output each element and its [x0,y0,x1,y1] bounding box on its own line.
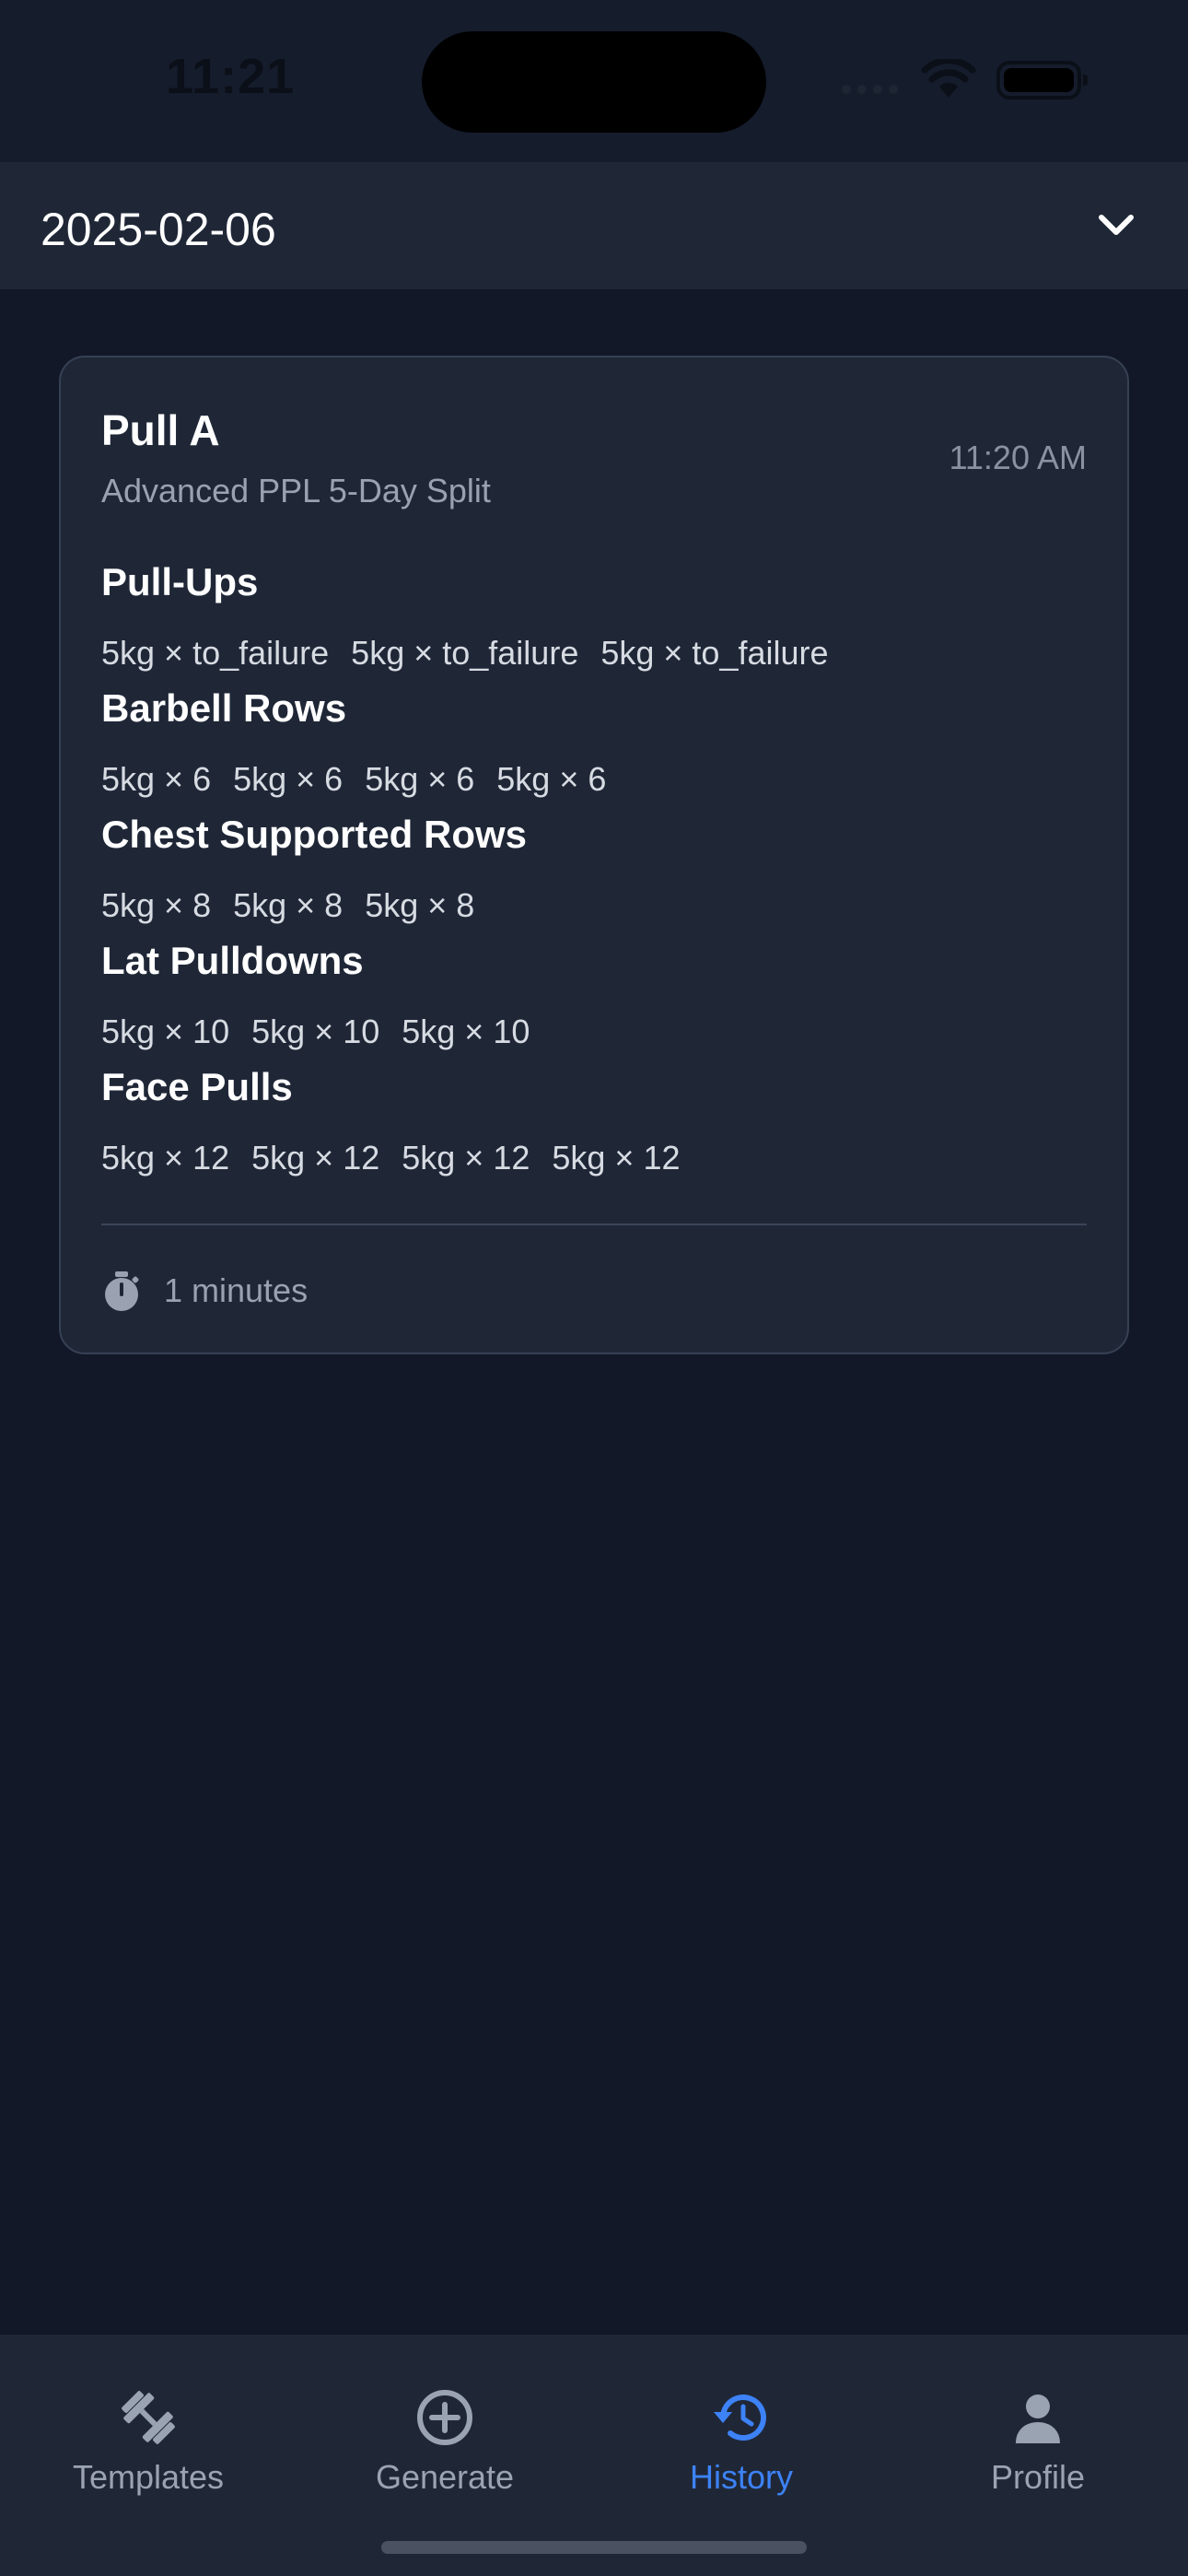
dynamic-island [422,31,766,133]
exercise-list: Pull-Ups 5kg × to_failure 5kg × to_failu… [101,560,1087,1191]
exercise-name: Chest Supported Rows [101,813,528,856]
set-entry: 5kg × to_failure [600,634,829,672]
tab-profile[interactable]: Profile [890,2335,1186,2519]
set-entry: 5kg × 12 [251,1139,380,1177]
history-icon [714,2395,766,2441]
set-entry: 5kg × to_failure [351,634,579,672]
exercise-name: Barbell Rows [101,686,347,730]
tab-generate[interactable]: Generate [297,2335,593,2519]
exercise-item: Chest Supported Rows 5kg × 8 5kg × 8 5kg… [101,813,1087,939]
workout-duration: 1 minutes [164,1271,309,1309]
set-entry: 5kg × 12 [552,1139,681,1177]
set-entry: 5kg × 8 [365,886,475,924]
exercise-item: Lat Pulldowns 5kg × 10 5kg × 10 5kg × 10 [101,939,1087,1065]
set-entry: 5kg × 6 [233,760,344,798]
plus-circle-icon [417,2390,472,2445]
set-entry: 5kg × 6 [101,760,212,798]
tab-history[interactable]: History [593,2335,890,2519]
status-bar: 11:21 [0,0,1188,162]
dumbbell-icon [122,2391,175,2444]
exercise-item: Pull-Ups 5kg × to_failure 5kg × to_failu… [101,560,1087,686]
tab-label: Generate [375,2458,515,2496]
set-entry: 5kg × 10 [402,1013,530,1050]
set-entry: 5kg × 6 [365,760,475,798]
status-time: 11:21 [166,49,296,104]
exercise-sets: 5kg × 6 5kg × 6 5kg × 6 5kg × 6 [101,760,606,799]
set-entry: 5kg × 8 [233,886,344,924]
card-divider [101,1224,1087,1225]
exercise-name: Lat Pulldowns [101,939,364,982]
battery-icon [996,61,1088,100]
cellular-signal-icon [842,85,898,94]
bottom-tab-bar: Templates Generate History Profile [0,2335,1188,2576]
tab-label: Profile [990,2458,1086,2496]
set-entry: 5kg × 6 [496,760,607,798]
wifi-icon [921,59,976,98]
workout-card[interactable]: Pull A Advanced PPL 5-Day Split 11:20 AM… [59,356,1129,1354]
set-entry: 5kg × 12 [402,1139,530,1177]
set-entry: 5kg × 12 [101,1139,230,1177]
tab-label: Templates [72,2458,225,2496]
exercise-item: Face Pulls 5kg × 12 5kg × 12 5kg × 12 5k… [101,1065,1087,1191]
set-entry: 5kg × 8 [101,886,212,924]
set-entry: 5kg × 10 [101,1013,230,1050]
tab-templates[interactable]: Templates [0,2335,297,2519]
home-indicator[interactable] [381,2541,807,2554]
exercise-name: Face Pulls [101,1065,293,1108]
set-entry: 5kg × to_failure [101,634,330,672]
date-selector[interactable]: 2025-02-06 [0,162,1188,289]
workout-template-name: Advanced PPL 5-Day Split [101,472,491,509]
selected-date: 2025-02-06 [41,204,276,255]
stopwatch-icon [105,1271,139,1311]
exercise-name: Pull-Ups [101,560,259,603]
tab-label: History [689,2458,793,2496]
exercise-item: Barbell Rows 5kg × 6 5kg × 6 5kg × 6 5kg… [101,686,1087,813]
exercise-sets: 5kg × to_failure 5kg × to_failure 5kg × … [101,634,829,673]
chevron-down-icon[interactable] [1096,212,1136,240]
workout-time: 11:20 AM [949,439,1087,476]
person-icon [1016,2395,1060,2443]
set-entry: 5kg × 10 [251,1013,380,1050]
exercise-sets: 5kg × 8 5kg × 8 5kg × 8 [101,886,474,925]
exercise-sets: 5kg × 10 5kg × 10 5kg × 10 [101,1013,530,1051]
exercise-sets: 5kg × 12 5kg × 12 5kg × 12 5kg × 12 [101,1139,681,1177]
workout-title: Pull A [101,406,220,454]
